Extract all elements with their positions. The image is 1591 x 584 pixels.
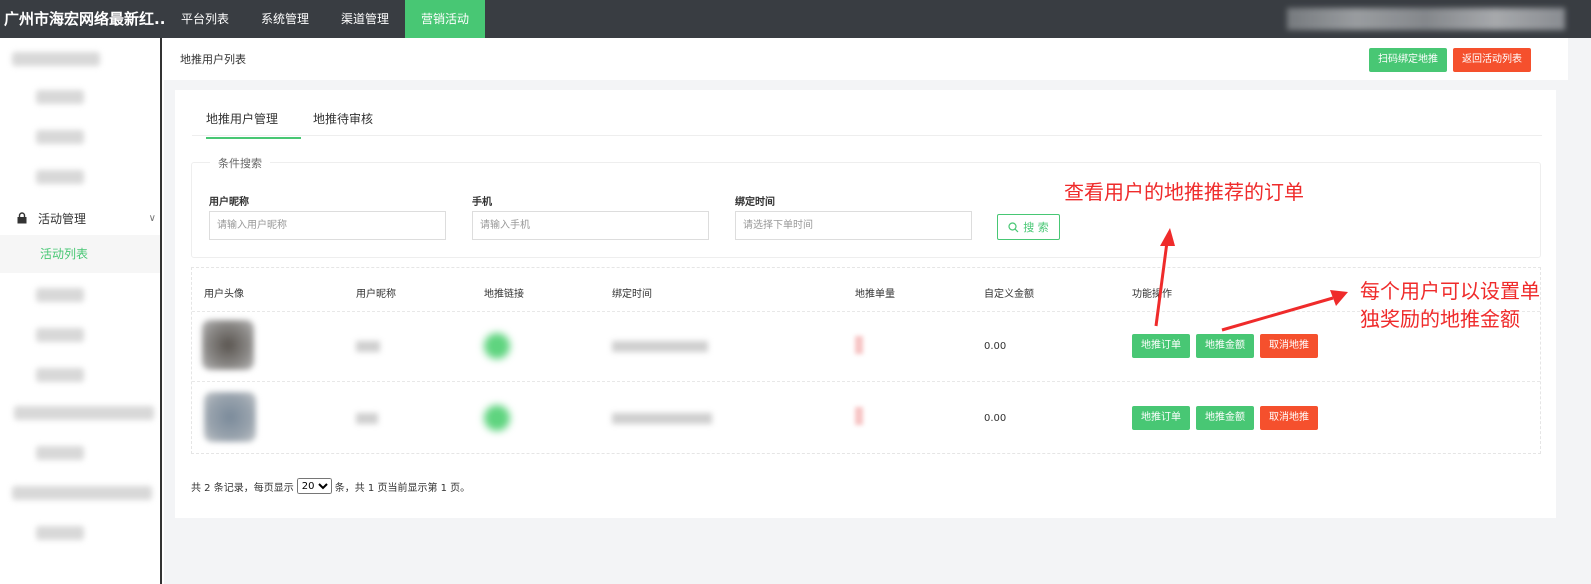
sidebar-item-blurred[interactable] [36,90,84,104]
annotation-orders-note: 查看用户的地推推荐的订单 [1064,180,1304,204]
sidebar-group-activity[interactable]: 活动管理 ∨ [16,208,156,228]
sidebar-item-blurred[interactable] [36,368,84,382]
sidebar-item-blurred[interactable] [36,446,84,460]
annotation-amount-note-1: 每个用户可以设置单 [1360,279,1540,303]
nickname-blurred [356,341,380,352]
nickname-input[interactable]: 请输入用户昵称 [209,211,446,240]
search-panel: 条件搜索 用户昵称 请输入用户昵称 手机 请输入手机 绑定时间 请选择下单时间 … [191,155,1541,258]
amount-button[interactable]: 地推金额 [1196,406,1254,430]
user-table: 用户头像 用户昵称 地推链接 绑定时间 地推单量 自定义金额 功能操作 0.00… [191,267,1541,454]
scan-bind-button[interactable]: 扫码绑定地推 [1369,48,1447,72]
sidebar-item-blurred[interactable] [14,406,154,420]
bind-time-label: 绑定时间 [735,197,775,208]
sidebar: 活动管理 ∨ 活动列表 [0,38,162,584]
col-actions: 功能操作 [1132,289,1172,300]
page-title: 地推用户列表 [180,53,246,66]
col-link: 地推链接 [484,289,524,300]
page-header: 地推用户列表 扫码绑定地推 返回活动列表 [164,38,1568,80]
bind-time-blurred [612,341,708,352]
pager-prefix: 共 2 条记录，每页显示 [191,482,294,494]
search-button-label: 搜 索 [1023,221,1049,234]
sidebar-item-blurred[interactable] [12,486,152,500]
search-button[interactable]: 搜 索 [997,214,1060,240]
order-count-blurred [855,407,863,425]
search-icon [1008,221,1019,232]
cancel-button[interactable]: 取消地推 [1260,406,1318,430]
cancel-button[interactable]: 取消地推 [1260,334,1318,358]
search-legend: 条件搜索 [210,155,270,171]
tab-pending-review[interactable]: 地推待审核 [313,110,373,127]
custom-amount: 0.00 [984,413,1007,424]
nav-system-management[interactable]: 系统管理 [245,0,325,38]
bind-time-input[interactable]: 请选择下单时间 [735,211,972,240]
chevron-down-icon: ∨ [148,212,156,224]
top-nav: 平台列表 系统管理 渠道管理 营销活动 [165,0,486,38]
bind-time-blurred [612,413,712,424]
link-qrcode-blurred[interactable] [484,405,510,431]
tab-user-management[interactable]: 地推用户管理 [206,110,301,139]
user-info-blurred[interactable] [1287,8,1565,30]
page-size-select[interactable]: 20 [296,478,332,494]
col-bind-time: 绑定时间 [612,289,652,300]
top-bar: 广州市海宏网络最新红... 平台列表 系统管理 渠道管理 营销活动 [0,0,1591,38]
sidebar-item-blurred[interactable] [36,328,84,342]
col-order-count: 地推单量 [855,289,895,300]
order-count-blurred [855,336,863,354]
content-card: 地推用户管理 地推待审核 条件搜索 用户昵称 请输入用户昵称 手机 请输入手机 … [175,90,1556,518]
link-qrcode-blurred[interactable] [484,333,510,359]
row-actions: 地推订单 地推金额 取消地推 [1132,334,1318,358]
col-avatar: 用户头像 [204,289,244,300]
phone-label: 手机 [472,197,492,208]
nickname-blurred [356,413,378,424]
orders-button[interactable]: 地推订单 [1132,406,1190,430]
row-divider [192,381,1540,382]
col-nickname: 用户昵称 [356,289,396,300]
pager-suffix: 条，共 1 页当前显示第 1 页。 [334,482,471,494]
phone-input[interactable]: 请输入手机 [472,211,709,240]
sidebar-item-activity-list[interactable]: 活动列表 [0,235,160,273]
sidebar-item-blurred[interactable] [36,130,84,144]
lock-icon [17,212,27,224]
sidebar-item-blurred[interactable] [36,526,84,540]
avatar [202,320,254,370]
pagination: 共 2 条记录，每页显示 20 条，共 1 页当前显示第 1 页。 [191,478,470,494]
back-to-activity-list-button[interactable]: 返回活动列表 [1453,48,1531,72]
nav-marketing-activity[interactable]: 营销活动 [405,0,486,38]
sidebar-item-blurred[interactable] [12,52,100,66]
custom-amount: 0.00 [984,341,1007,352]
sidebar-group-label: 活动管理 [38,211,87,226]
row-divider [192,311,1540,312]
tab-bar: 地推用户管理 地推待审核 [192,90,1542,139]
sidebar-item-blurred[interactable] [36,288,84,302]
orders-button[interactable]: 地推订单 [1132,334,1190,358]
col-custom-amount: 自定义金额 [984,289,1034,300]
annotation-amount-note-2: 独奖励的地推金额 [1360,307,1520,331]
amount-button[interactable]: 地推金额 [1196,334,1254,358]
avatar [204,392,256,442]
nav-channel-management[interactable]: 渠道管理 [325,0,405,38]
sidebar-item-blurred[interactable] [36,170,84,184]
nickname-label: 用户昵称 [209,197,249,208]
header-actions: 扫码绑定地推 返回活动列表 [1369,48,1531,72]
brand-title: 广州市海宏网络最新红... [4,10,164,28]
nav-platform-list[interactable]: 平台列表 [165,0,245,38]
row-actions: 地推订单 地推金额 取消地推 [1132,406,1318,430]
